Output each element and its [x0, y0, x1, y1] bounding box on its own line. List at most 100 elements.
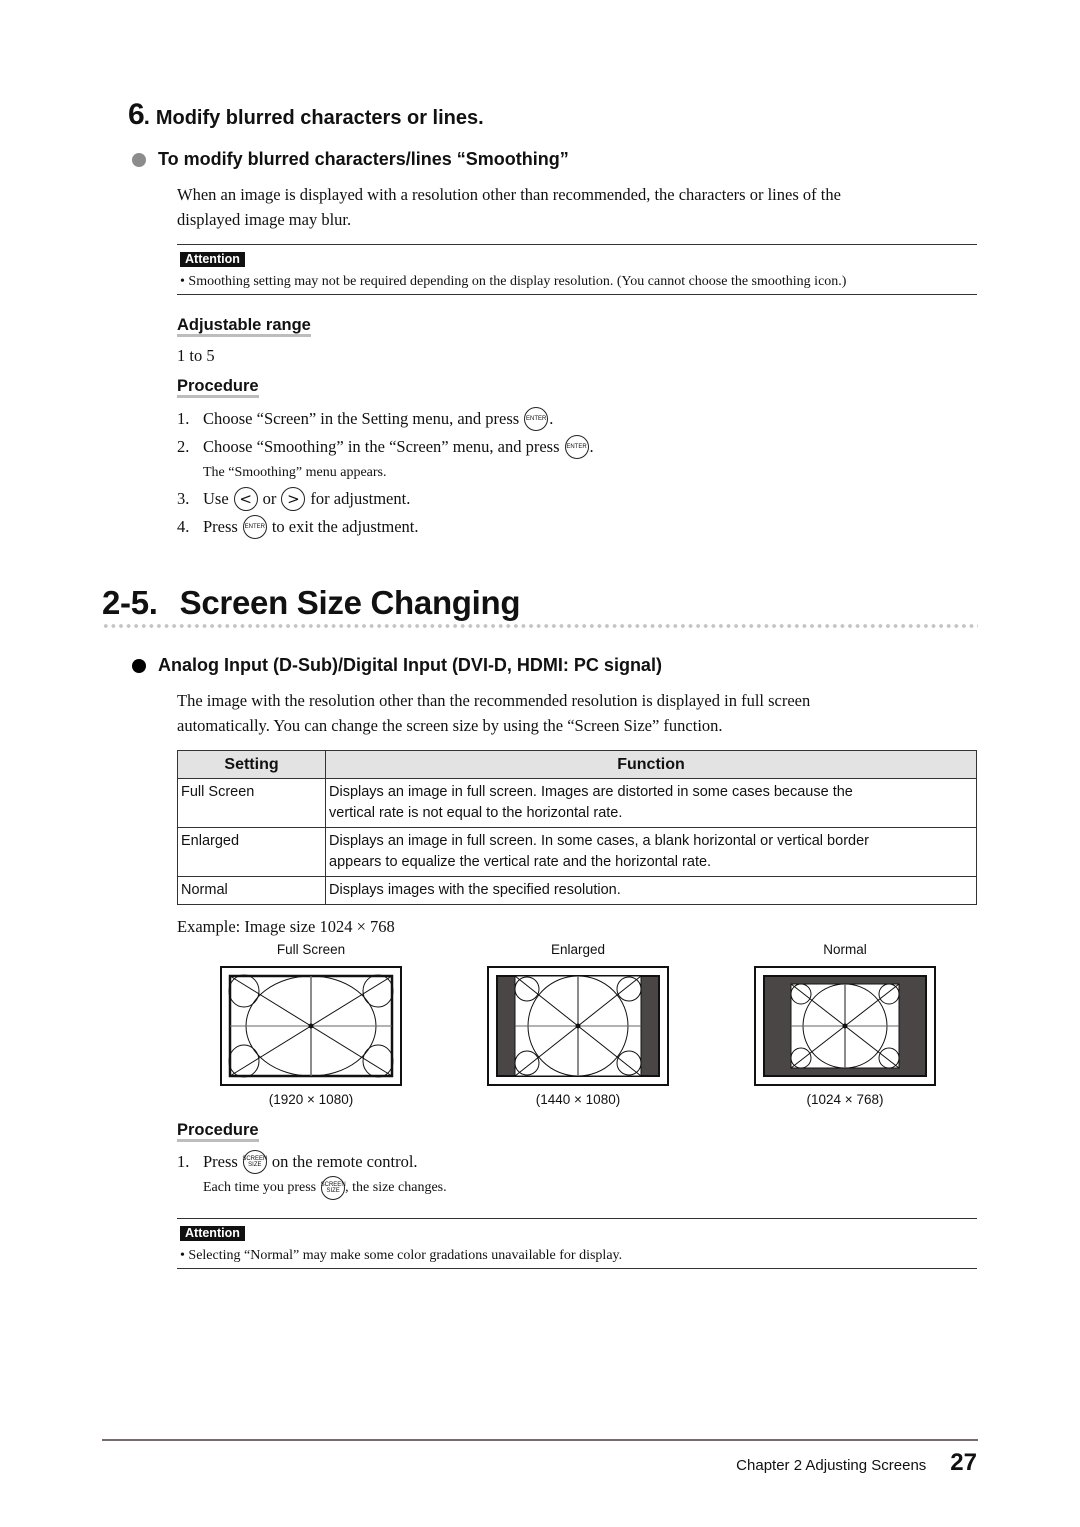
- normal-monitor-illustration: [754, 966, 936, 1086]
- step-text-end: on the remote control.: [271, 1152, 418, 1171]
- screen-size-icon-label: SIZE: [326, 1188, 340, 1194]
- enter-button-icon: ENTER: [242, 515, 267, 539]
- procedure-steps: 1. Press SCREEN SIZE on the remote contr…: [177, 1148, 447, 1200]
- procedure-steps: 1. Choose “Screen” in the Setting menu, …: [177, 405, 594, 541]
- cell-function: Displays an image in full screen. Images…: [325, 778, 977, 828]
- test-pattern: [514, 975, 642, 1077]
- step-text: Use: [203, 489, 229, 508]
- smoothing-intro-line: When an image is displayed with a resolu…: [177, 185, 841, 204]
- page-number: 27: [950, 1449, 977, 1476]
- cell-function-line: vertical rate is not equal to the horizo…: [329, 805, 623, 821]
- attention-box-normal: Attention • Selecting “Normal” may make …: [177, 1218, 977, 1269]
- procedure-note: The “Smoothing” menu appears.: [203, 465, 387, 480]
- left-arrow-glyph: <: [239, 490, 252, 508]
- header-function: Function: [325, 750, 977, 779]
- procedure-note: Each time you press SCREEN SIZE , the si…: [177, 1176, 447, 1200]
- step-number-dot: .: [143, 104, 150, 129]
- right-arrow-button-icon: >: [281, 487, 306, 511]
- table-row: Enlarged Displays an image in full scree…: [177, 827, 977, 877]
- attention-text: • Smoothing setting may not be required …: [180, 274, 847, 289]
- smoothing-intro: When an image is displayed with a resolu…: [177, 182, 841, 232]
- step-text: Press: [203, 1152, 238, 1171]
- cell-setting: Enlarged: [177, 827, 326, 877]
- step-6-heading: 6 . Modify blurred characters or lines.: [128, 98, 484, 132]
- cell-setting: Full Screen: [177, 778, 326, 828]
- analog-digital-bullet-heading: Analog Input (D-Sub)/Digital Input (DVI-…: [130, 655, 662, 676]
- analog-digital-heading-text: Analog Input (D-Sub)/Digital Input (DVI-…: [158, 655, 662, 675]
- section-title: 2-5. Screen Size Changing: [102, 584, 978, 622]
- diagram-title: Normal: [823, 942, 867, 957]
- step-number: 6: [128, 98, 145, 131]
- adjustable-range-section: Adjustable range 1 to 5: [177, 316, 311, 368]
- diagram-title: Enlarged: [550, 942, 606, 957]
- attention-label: Attention: [180, 252, 245, 267]
- enter-icon-label: ENTER: [566, 444, 587, 450]
- cell-function-line: Displays an image in full screen. Images…: [329, 784, 853, 800]
- screen-size-intro: The image with the resolution other than…: [177, 688, 810, 738]
- step-text: Press: [203, 517, 238, 536]
- diagram-normal: Normal (1024 × 768): [737, 942, 953, 1107]
- full-screen-monitor-illustration: [220, 966, 402, 1086]
- screen-size-procedure: Procedure 1. Press SCREEN SIZE on the re…: [177, 1121, 447, 1200]
- smoothing-heading-text: To modify blurred characters/lines “Smoo…: [158, 149, 569, 169]
- attention-text: • Selecting “Normal” may make some color…: [180, 1248, 623, 1263]
- attention-box-smoothing: Attention • Smoothing setting may not be…: [177, 244, 977, 295]
- step-text-end: to exit the adjustment.: [271, 517, 419, 536]
- adjustable-range-value: 1 to 5: [177, 346, 215, 365]
- diagram-full-screen: Full Screen (1920 × 1080): [203, 942, 419, 1107]
- step-text-end: .: [549, 409, 554, 428]
- section-title-text: Screen Size Changing: [179, 584, 521, 621]
- step-title: Modify blurred characters or lines.: [155, 107, 484, 129]
- diagram-resolution: (1024 × 768): [806, 1092, 884, 1107]
- diagram-resolution: (1440 × 1080): [535, 1092, 621, 1107]
- step-num: 4.: [177, 517, 190, 536]
- enter-icon-label: ENTER: [244, 524, 266, 530]
- procedure-heading: Procedure: [177, 1121, 259, 1142]
- test-pattern: [790, 983, 900, 1069]
- screen-size-button-icon: SCREEN SIZE: [242, 1150, 267, 1174]
- grey-bullet-icon: [132, 152, 146, 167]
- example-label: Example: Image size 1024 × 768: [177, 917, 395, 936]
- note-text-end: , the size changes.: [345, 1180, 447, 1195]
- step-num: 1.: [177, 1152, 190, 1171]
- footer-rule: [102, 1439, 978, 1441]
- table-header-row: Setting Function: [177, 750, 977, 779]
- table-row: Full Screen Displays an image in full sc…: [177, 778, 977, 828]
- procedure-heading: Procedure: [177, 377, 259, 398]
- screen-size-intro-line: The image with the resolution other than…: [177, 691, 811, 710]
- step-text-end: for adjustment.: [310, 489, 411, 508]
- dotted-rule: [102, 623, 978, 629]
- screen-size-table: Setting Function Full Screen Displays an…: [177, 750, 977, 905]
- cell-function-line: appears to equalize the vertical rate an…: [329, 854, 712, 870]
- enlarged-monitor-illustration: [487, 966, 669, 1086]
- procedure-step: 1. Press SCREEN SIZE on the remote contr…: [177, 1148, 447, 1176]
- step-num: 2.: [177, 437, 190, 456]
- cell-setting: Normal: [177, 876, 326, 905]
- adjustable-range-heading: Adjustable range: [177, 316, 311, 337]
- step-num: 3.: [177, 489, 190, 508]
- cell-function-line: Displays an image in full screen. In som…: [329, 833, 869, 849]
- table-row: Normal Displays images with the specifie…: [177, 876, 977, 905]
- smoothing-intro-line: displayed image may blur.: [177, 210, 352, 229]
- cell-function: Displays images with the specified resol…: [325, 876, 977, 905]
- screen-size-button-icon: SCREEN SIZE: [321, 1176, 346, 1200]
- screen-size-intro-line: automatically. You can change the screen…: [177, 716, 723, 735]
- enter-button-icon: ENTER: [564, 435, 589, 459]
- procedure-step: 4. Press ENTER to exit the adjustment.: [177, 513, 594, 541]
- cell-function-line: Displays images with the specified resol…: [329, 882, 621, 898]
- left-arrow-button-icon: <: [233, 487, 258, 511]
- diagram-title: Full Screen: [276, 942, 346, 957]
- cell-function: Displays an image in full screen. In som…: [325, 827, 977, 877]
- section-heading: 2-5. Screen Size Changing: [102, 584, 978, 629]
- black-bullet-icon: [132, 658, 146, 673]
- diagram-enlarged: Enlarged (1440 × 1080): [470, 942, 686, 1107]
- procedure-step: 2. Choose “Smoothing” in the “Screen” me…: [177, 433, 594, 461]
- test-pattern: [228, 974, 394, 1078]
- footer-chapter: Chapter 2 Adjusting Screens: [736, 1457, 927, 1474]
- smoothing-procedure: Procedure 1. Choose “Screen” in the Sett…: [177, 377, 594, 541]
- attention-label: Attention: [180, 1226, 245, 1241]
- screen-size-icon-label: SIZE: [248, 1162, 262, 1168]
- note-text: Each time you press: [203, 1180, 317, 1195]
- step-text: Choose “Smoothing” in the “Screen” menu,…: [203, 437, 560, 456]
- step-text-or: or: [262, 489, 277, 508]
